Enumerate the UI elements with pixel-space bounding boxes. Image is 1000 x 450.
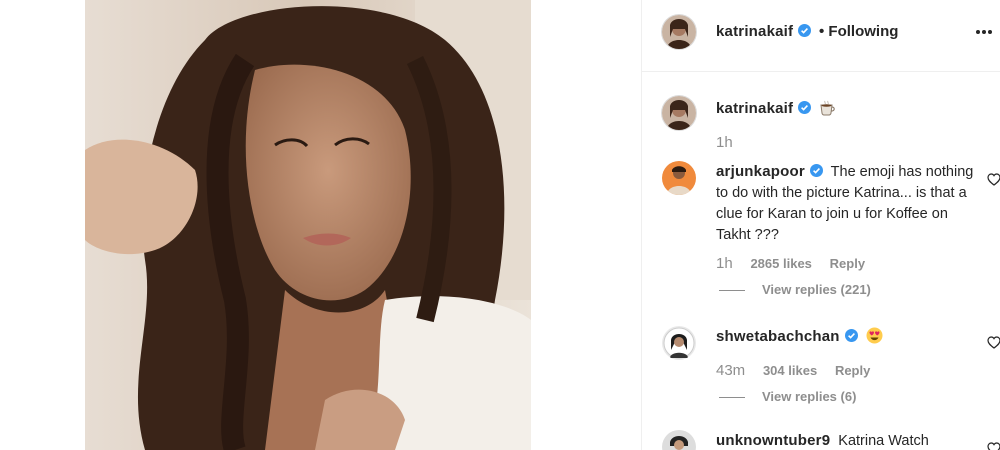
reply-button[interactable]: Reply <box>830 256 865 271</box>
view-replies-button[interactable]: View replies (6) <box>719 389 856 404</box>
post-header: katrinakaif • Following <box>642 0 1000 72</box>
like-heart-icon[interactable] <box>987 442 1000 450</box>
commenter-avatar[interactable] <box>662 161 696 195</box>
verified-badge-icon <box>844 329 858 342</box>
verified-badge-icon <box>798 101 812 114</box>
comment-item: shwetabachchan 43m 304 likes Reply View … <box>642 324 1000 414</box>
coffee-emoji-icon <box>820 100 836 116</box>
comment-likes[interactable]: 2865 likes <box>750 256 811 271</box>
commenter-username[interactable]: unknowntuber9 <box>716 432 830 449</box>
comment-item: unknowntuber9 Katrina Watch <box>642 430 1000 450</box>
comment-likes[interactable]: 304 likes <box>763 363 817 378</box>
post-photo[interactable] <box>85 0 531 450</box>
comment-timestamp[interactable]: 1h <box>716 255 733 272</box>
replies-line <box>719 290 745 292</box>
comment-item: arjunkapoor The emoji has nothing to do … <box>642 161 1000 301</box>
commenter-username[interactable]: shwetabachchan <box>716 328 858 345</box>
view-replies-button[interactable]: View replies (221) <box>719 282 871 297</box>
more-options-icon[interactable] <box>975 29 993 35</box>
commenter-avatar[interactable] <box>662 326 696 360</box>
caption-username[interactable]: katrinakaif <box>716 100 812 117</box>
comments-panel: katrinakaif • Following katrinakaif 1h a… <box>642 0 1000 450</box>
commenter-avatar[interactable] <box>662 430 696 450</box>
comment-timestamp[interactable]: 43m <box>716 362 745 379</box>
caption-author-avatar[interactable] <box>662 96 696 130</box>
caption-timestamp[interactable]: 1h <box>716 134 733 151</box>
replies-line <box>719 397 745 399</box>
reply-button[interactable]: Reply <box>835 363 870 378</box>
verified-badge-icon <box>809 164 823 177</box>
like-heart-icon[interactable] <box>987 173 1000 186</box>
author-username[interactable]: katrinakaif <box>716 23 812 40</box>
post-caption: katrinakaif 1h <box>642 96 1000 156</box>
following-button[interactable]: • Following <box>819 23 898 40</box>
post-media-area <box>0 0 641 450</box>
like-heart-icon[interactable] <box>987 336 1000 349</box>
comment-text: Katrina Watch <box>838 433 929 449</box>
heart-eyes-emoji-icon <box>866 327 883 344</box>
commenter-username[interactable]: arjunkapoor <box>716 163 823 180</box>
author-avatar[interactable] <box>662 15 696 49</box>
verified-badge-icon <box>798 24 812 37</box>
